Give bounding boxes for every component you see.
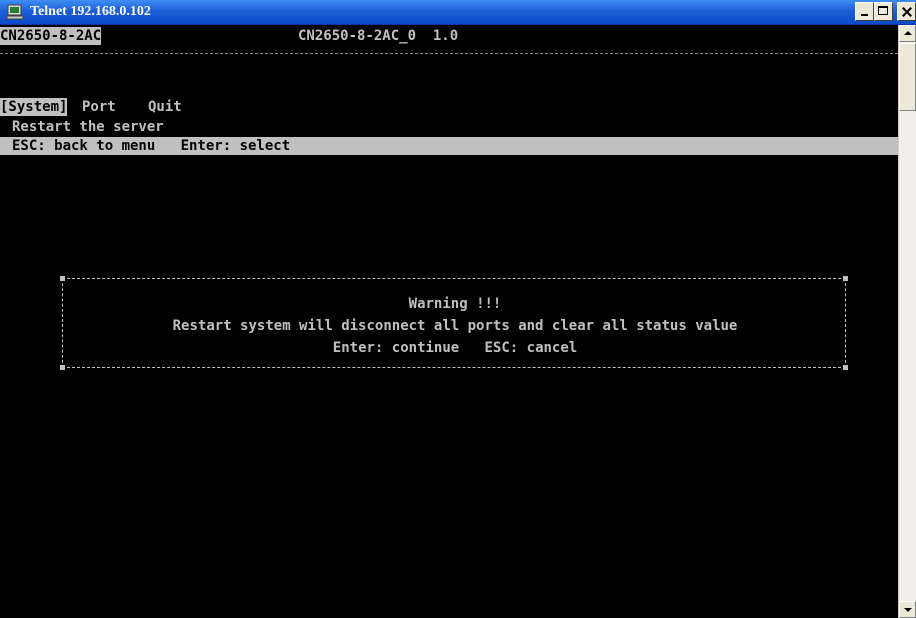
terminal-screen[interactable]: CN2650-8-2AC CN2650-8-2AC_0 1.0 [System]…	[0, 25, 898, 618]
scroll-down-button[interactable]	[899, 601, 916, 618]
menu-description: Restart the server	[12, 119, 164, 135]
minimize-button[interactable]	[855, 2, 874, 21]
model-name: CN2650-8-2AC	[0, 27, 102, 45]
key-hint: ESC: back to menu Enter: select	[12, 138, 291, 154]
server-info: CN2650-8-2AC_0 1.0	[298, 28, 459, 44]
dialog-corner	[60, 365, 65, 370]
dialog-corner	[843, 365, 848, 370]
menu-item-quit[interactable]: Quit	[148, 98, 182, 116]
vertical-scrollbar[interactable]	[898, 25, 916, 618]
scroll-thumb[interactable]	[899, 43, 916, 111]
header-divider	[0, 53, 898, 54]
telnet-window: Telnet 192.168.0.102 CN2650-8-2AC CN2650…	[0, 0, 916, 618]
menu-item-system[interactable]: [System]	[0, 98, 68, 116]
warning-message: Restart system will disconnect all ports…	[172, 318, 738, 334]
telnet-computer-icon	[6, 4, 24, 20]
menu-item-port[interactable]: Port	[82, 98, 116, 116]
dialog-corner	[60, 276, 65, 281]
title-bar[interactable]: Telnet 192.168.0.102	[0, 0, 916, 25]
warning-dialog: Warning !!! Restart system will disconne…	[60, 276, 848, 370]
close-button[interactable]	[897, 2, 916, 21]
dialog-actions[interactable]: Enter: continue ESC: cancel	[63, 339, 847, 357]
maximize-button[interactable]	[874, 2, 893, 21]
warning-title: Warning !!!	[408, 296, 502, 312]
scroll-up-button[interactable]	[899, 25, 916, 42]
dialog-corner	[843, 276, 848, 281]
window-title: Telnet 192.168.0.102	[30, 4, 151, 19]
